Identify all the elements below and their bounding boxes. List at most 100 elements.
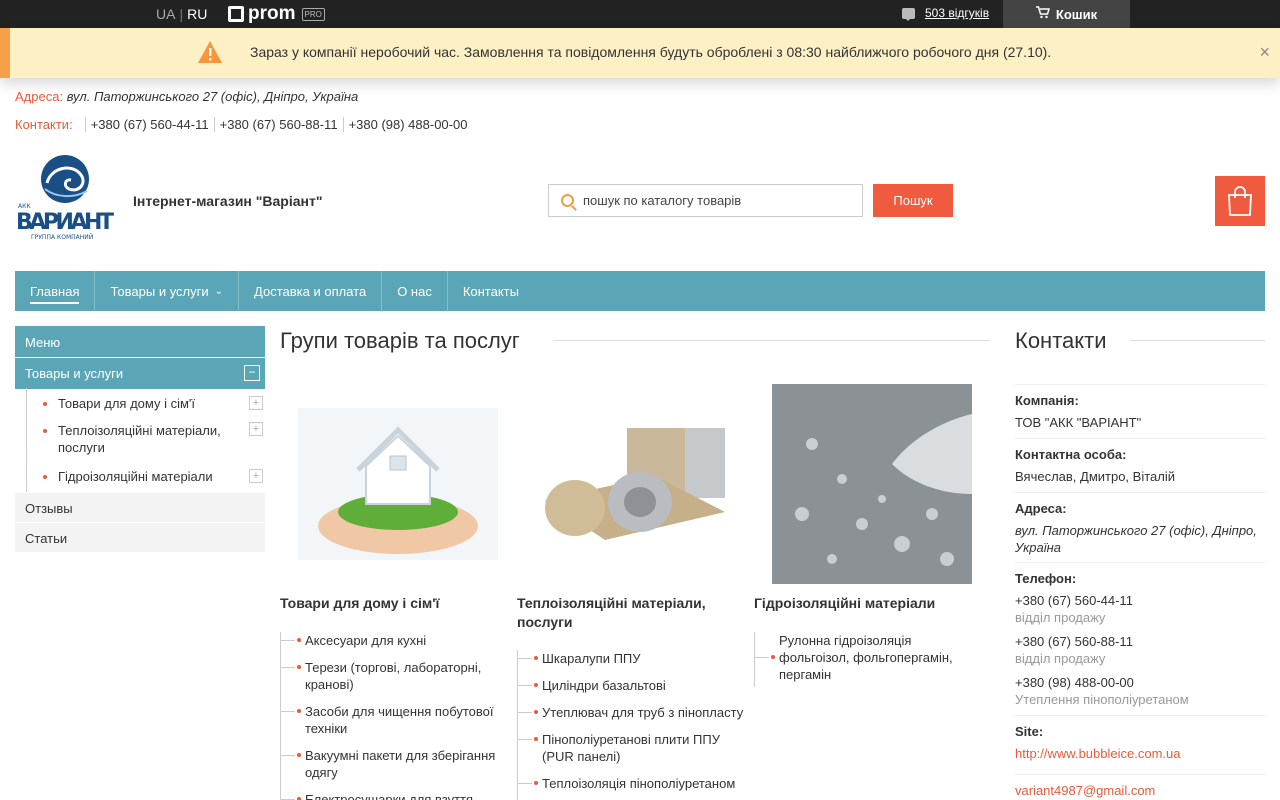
sidebar-subitem-label: Теплоізоляційні матеріали, послуги [58,423,221,455]
bullet-dot [297,638,301,642]
group-title-insulation[interactable]: Теплоізоляційні матеріали, послуги [517,594,742,632]
phone-number[interactable]: +380 (67) 560-88-11 [1015,633,1265,650]
sidebar-item-reviews[interactable]: Отзывы [15,493,265,523]
list-branch [280,667,295,668]
nav-item-delivery[interactable]: Доставка и оплата [239,271,383,311]
contact-address: Адреса: вул. Паторжинського 27 (офіс), Д… [1015,492,1265,556]
group-title-waterproof[interactable]: Гідроізоляційні матеріали [754,594,979,613]
bullet-dot [43,429,47,433]
phone-link[interactable]: +380 (67) 560-88-11 [213,117,343,132]
expand-icon[interactable]: + [249,422,263,436]
sidebar-subitem-label: Товари для дому і сім'ї [58,396,196,411]
list-branch [754,657,769,658]
list-item-label: Утеплювач для труб з пінопласту [542,705,744,720]
list-item[interactable]: Вакуумні пакети для зберігання одягу [280,747,510,781]
cart-top-button[interactable]: Кошик [1003,0,1130,28]
list-item[interactable]: Електросушарки для взуття [280,791,510,800]
bullet-dot [297,665,301,669]
sidebar-subitem[interactable]: Гідроізоляційні матеріали + [15,465,265,493]
list-item-label: Терези (торгові, лабораторні, кранові) [305,660,482,692]
list-item[interactable]: Засоби для чищення побутової техніки [280,703,510,737]
off-hours-alert: Зараз у компанії неробочий час. Замовлен… [0,28,1280,78]
list-item[interactable]: Циліндри базальтові [517,677,747,694]
phone-note: відділ продажу [1015,651,1106,666]
list-branch [517,783,532,784]
contact-company: Компанія: ТОВ "АКК "ВАРІАНТ" [1015,384,1265,431]
product-image-home[interactable] [298,408,498,560]
store-name: Інтернет-магазин "Варіант" [133,193,323,209]
list-item[interactable]: Аксесуари для кухні [280,632,510,649]
company-value: ТОВ "АКК "ВАРІАНТ" [1015,415,1142,430]
bullet-dot [43,475,47,479]
reviews-link[interactable]: 503 відгуків [925,6,989,20]
contacts-title: Контакти [1015,328,1107,353]
email-link[interactable]: variant4987@gmail.com [1015,783,1155,798]
prom-logo-icon [228,6,244,22]
expand-icon[interactable]: + [249,469,263,483]
cart-button[interactable] [1215,176,1265,226]
sidebar-menu-header: Меню [15,326,265,357]
list-item[interactable]: Терези (торгові, лабораторні, кранові) [280,659,510,693]
site-link[interactable]: http://www.bubbleice.com.ua [1015,746,1180,761]
group-title-home[interactable]: Товари для дому і сім'ї [280,594,505,613]
list-branch [517,712,532,713]
person-value: Вячеслав, Дмитро, Віталій [1015,469,1175,484]
sidebar-subitem-label: Гідроізоляційні матеріали [58,469,213,484]
close-icon[interactable]: × [1259,42,1270,63]
reviews-link-wrap: 503 відгуків [902,6,989,21]
product-image-waterproof[interactable] [772,384,972,584]
nav-label: Доставка и оплата [254,283,367,299]
bullet-dot [297,709,301,713]
address-label: Адреса: [15,89,64,104]
list-item[interactable]: Пінополіуретанові плити ППУ (PUR панелі) [517,731,747,765]
list-item-label: Рулонна гідроізоляція фольгоізол, фольго… [779,633,953,682]
group-list-home: Аксесуари для кухні Терези (торгові, лаб… [280,632,510,800]
contacts-label: Контакти: [15,117,73,132]
contact-phones: Телефон: +380 (67) 560-44-11 відділ прод… [1015,562,1265,715]
phone-label: Телефон: [1015,571,1077,586]
list-branch [517,739,532,740]
list-item[interactable]: Утеплювач для труб з пінопласту [517,704,747,721]
list-branch [280,711,295,712]
sidebar-subitem[interactable]: Теплоізоляційні матеріали, послуги + [15,418,265,465]
pro-badge: PRO [301,7,325,21]
lang-ua-link[interactable]: UA [156,6,175,22]
sidebar-item-articles[interactable]: Статьи [15,523,265,553]
nav-label: Товары и услуги [110,283,209,299]
list-item[interactable]: Теплоізоляція пінополіуретаном [517,775,747,792]
search-button[interactable]: Пошук [873,184,953,217]
warning-icon [198,41,222,63]
bullet-dot [534,737,538,741]
search-icon [561,194,574,207]
list-item[interactable]: Шкаралупи ППУ [517,650,747,667]
phone-number[interactable]: +380 (67) 560-44-11 [1015,592,1265,609]
nav-item-contacts[interactable]: Контакты [448,271,534,311]
phone-link[interactable]: +380 (98) 488-00-00 [342,117,473,132]
prom-logo[interactable]: prom PRO [228,3,325,24]
bullet-dot [534,710,538,714]
bullet-dot [534,781,538,785]
nav-item-home[interactable]: Главная [15,271,96,311]
search-input[interactable] [583,193,843,208]
phone-link[interactable]: +380 (67) 560-44-11 [84,117,214,132]
lang-separator: | [179,6,184,22]
product-image-insulation[interactable] [535,420,735,550]
language-switcher: UA | RU [156,6,207,22]
bullet-dot [297,753,301,757]
nav-item-about[interactable]: О нас [382,271,448,311]
contact-email: variant4987@gmail.com [1015,774,1265,799]
list-item[interactable]: Рулонна гідроізоляція фольгоізол, фольго… [754,632,969,683]
sidebar-subitem[interactable]: Товари для дому і сім'ї + [15,389,265,418]
title-divider [553,340,990,341]
nav-item-products[interactable]: Товары и услуги ⌄ [95,271,240,311]
sidebar-category-products[interactable]: Товары и услуги − [15,358,265,389]
lang-ru-link[interactable]: RU [187,6,207,22]
collapse-icon[interactable]: − [244,365,260,381]
phone-number[interactable]: +380 (98) 488-00-00 [1015,674,1265,691]
bullet-dot [43,402,47,406]
cart-top-label: Кошик [1055,6,1098,22]
expand-icon[interactable]: + [249,396,263,410]
sidebar: Меню Товары и услуги − Товари для дому і… [15,326,265,553]
company-logo[interactable]: АКК ВАРИАНТ ГРУППА КОМПАНИЙ [15,153,115,241]
prom-logo-text: prom [248,3,296,24]
